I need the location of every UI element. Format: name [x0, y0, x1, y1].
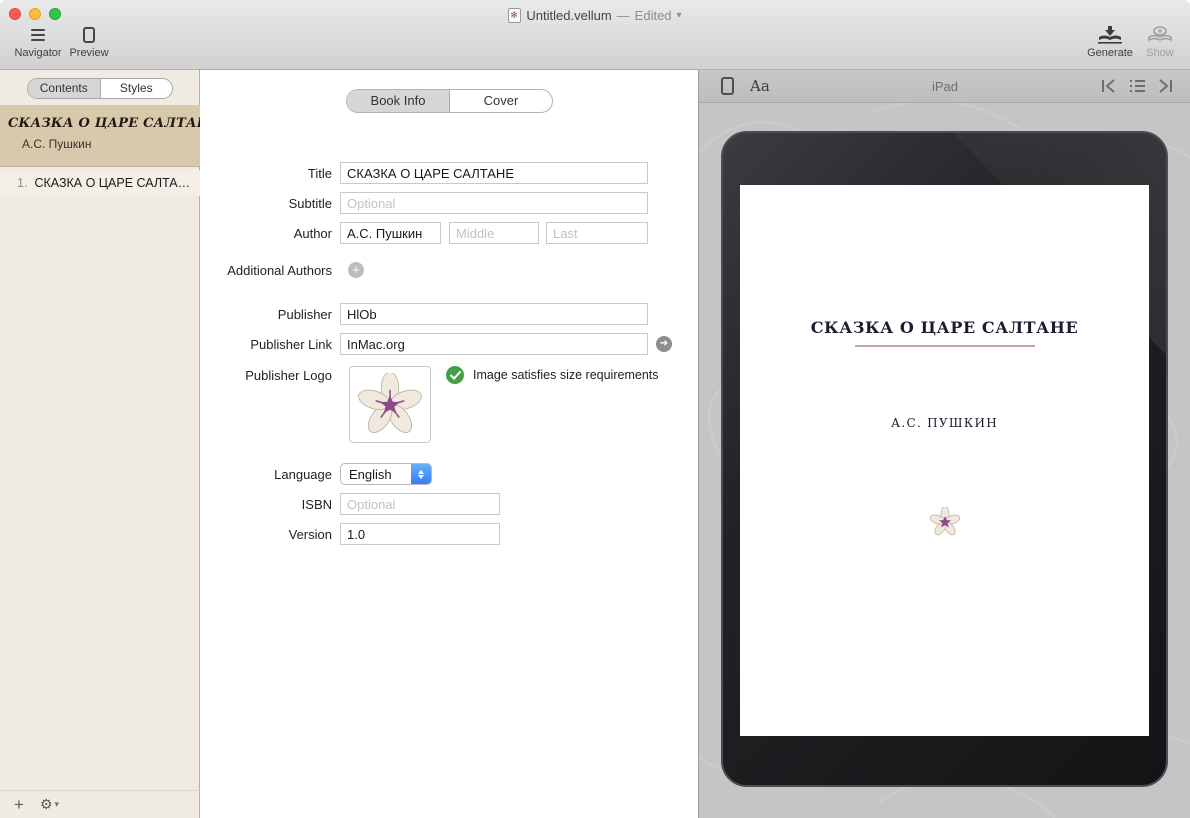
add-author-button[interactable]: + — [348, 262, 364, 278]
form-tab-switcher: Book Info Cover — [346, 89, 553, 113]
publisher-logo-well[interactable] — [349, 366, 431, 443]
navigator-label: Navigator — [14, 47, 61, 59]
sidebar: Contents Styles СКАЗКА О ЦАРЕ САЛТАНЕ А.… — [0, 70, 200, 818]
popup-chevrons-icon — [411, 463, 431, 485]
publisher-label: Publisher — [200, 307, 340, 322]
subtitle-input[interactable] — [340, 192, 648, 214]
show-button[interactable]: Show — [1140, 26, 1180, 59]
author-middle-input[interactable] — [449, 222, 539, 244]
preview-label: Preview — [69, 47, 108, 59]
chevron-down-icon[interactable]: ▾ — [677, 10, 682, 21]
subtitle-label: Subtitle — [200, 196, 340, 211]
sidebar-tab-switcher: Contents Styles — [27, 78, 173, 99]
language-select[interactable]: English — [340, 463, 432, 485]
chapter-title: СКАЗКА О ЦАРЕ САЛТА… — [34, 176, 190, 190]
publisher-row: Publisher — [200, 303, 648, 325]
publisher-link-label: Publisher Link — [200, 337, 340, 352]
publisher-link-input[interactable] — [340, 333, 648, 355]
additional-authors-label: Additional Authors — [200, 263, 340, 278]
book-page-title: СКАЗКА О ЦАРЕ САЛТАНЕ — [740, 318, 1149, 337]
gear-icon: ⚙ — [40, 796, 53, 813]
sidebar-footer: + ⚙ ▾ — [0, 790, 200, 818]
version-input[interactable] — [340, 523, 500, 545]
open-link-button[interactable] — [656, 336, 672, 352]
additional-authors-row: Additional Authors + — [200, 262, 364, 278]
version-row: Version — [200, 523, 500, 545]
title-input[interactable] — [340, 162, 648, 184]
publisher-logo-small — [930, 507, 960, 537]
tab-cover[interactable]: Cover — [449, 90, 552, 112]
preview-button[interactable]: Preview — [66, 26, 112, 59]
document-icon — [508, 8, 521, 23]
publisher-logo-image — [358, 373, 422, 437]
check-icon — [446, 366, 464, 384]
table-of-contents-icon[interactable] — [1129, 79, 1145, 93]
isbn-label: ISBN — [200, 497, 340, 512]
chapter-number: 1. — [17, 176, 27, 190]
window-title-status[interactable]: Edited — [635, 8, 672, 23]
chevron-down-icon: ▾ — [55, 799, 60, 810]
subtitle-row: Subtitle — [200, 192, 648, 214]
toolbar: Untitled.vellum — Edited ▾ Navigator Pre… — [0, 0, 1190, 70]
book-info-form: Book Info Cover Title Subtitle Author Ad… — [200, 70, 698, 818]
sidebar-book-title: СКАЗКА О ЦАРЕ САЛТАНЕ — [8, 116, 192, 131]
font-size-button[interactable]: Aa — [750, 77, 770, 95]
author-first-input[interactable] — [340, 222, 441, 244]
preview-icon — [83, 27, 95, 43]
navigator-icon — [31, 29, 45, 41]
window-title-separator: — — [617, 8, 630, 23]
author-row: Author — [200, 222, 648, 244]
show-label: Show — [1146, 47, 1174, 59]
tab-contents[interactable]: Contents — [28, 79, 100, 98]
language-value: English — [341, 467, 411, 482]
app-window: Untitled.vellum — Edited ▾ Navigator Pre… — [0, 0, 1190, 818]
publisher-input[interactable] — [340, 303, 648, 325]
tab-styles[interactable]: Styles — [100, 79, 173, 98]
ipad-device-frame: СКАЗКА О ЦАРЕ САЛТАНЕ А.С. ПУШКИН — [721, 131, 1168, 787]
generate-button[interactable]: Generate — [1082, 26, 1138, 59]
publisher-link-row: Publisher Link — [200, 333, 672, 355]
show-eye-icon — [1148, 26, 1172, 44]
isbn-row: ISBN — [200, 493, 500, 515]
language-label: Language — [200, 467, 340, 482]
navigator-button[interactable]: Navigator — [12, 26, 64, 59]
author-label: Author — [200, 226, 340, 241]
author-last-input[interactable] — [546, 222, 648, 244]
sidebar-book-header[interactable]: СКАЗКА О ЦАРЕ САЛТАНЕ А.С. Пушкин — [0, 105, 200, 167]
device-icon[interactable] — [721, 77, 734, 95]
window-title-filename: Untitled.vellum — [526, 8, 611, 23]
title-rule — [855, 345, 1035, 347]
version-label: Version — [200, 527, 340, 542]
sidebar-chapter-item[interactable]: 1. СКАЗКА О ЦАРЕ САЛТА… — [0, 170, 200, 196]
logo-status-text: Image satisfies size requirements — [473, 368, 659, 382]
book-page-author: А.С. ПУШКИН — [740, 416, 1149, 430]
tab-book-info[interactable]: Book Info — [347, 90, 449, 112]
language-row: Language English — [200, 463, 432, 485]
logo-status-row: Image satisfies size requirements — [446, 366, 659, 384]
add-chapter-button[interactable]: + — [14, 796, 24, 813]
window-title: Untitled.vellum — Edited ▾ — [0, 6, 1190, 24]
isbn-input[interactable] — [340, 493, 500, 515]
publisher-logo-row: Publisher Logo — [200, 368, 340, 383]
generate-label: Generate — [1087, 47, 1133, 59]
preview-toolbar: Aa iPad — [699, 70, 1190, 103]
generate-book-icon — [1098, 26, 1122, 44]
sidebar-book-author: А.С. Пушкин — [22, 137, 192, 151]
publisher-logo-label: Publisher Logo — [200, 368, 340, 383]
actions-menu-button[interactable]: ⚙ ▾ — [40, 796, 59, 813]
first-page-icon[interactable] — [1101, 79, 1116, 93]
last-page-icon[interactable] — [1158, 79, 1173, 93]
ipad-screen[interactable]: СКАЗКА О ЦАРЕ САЛТАНЕ А.С. ПУШКИН — [740, 185, 1149, 736]
title-label: Title — [200, 166, 340, 181]
preview-panel: Aa iPad — [698, 70, 1190, 818]
title-row: Title — [200, 162, 648, 184]
